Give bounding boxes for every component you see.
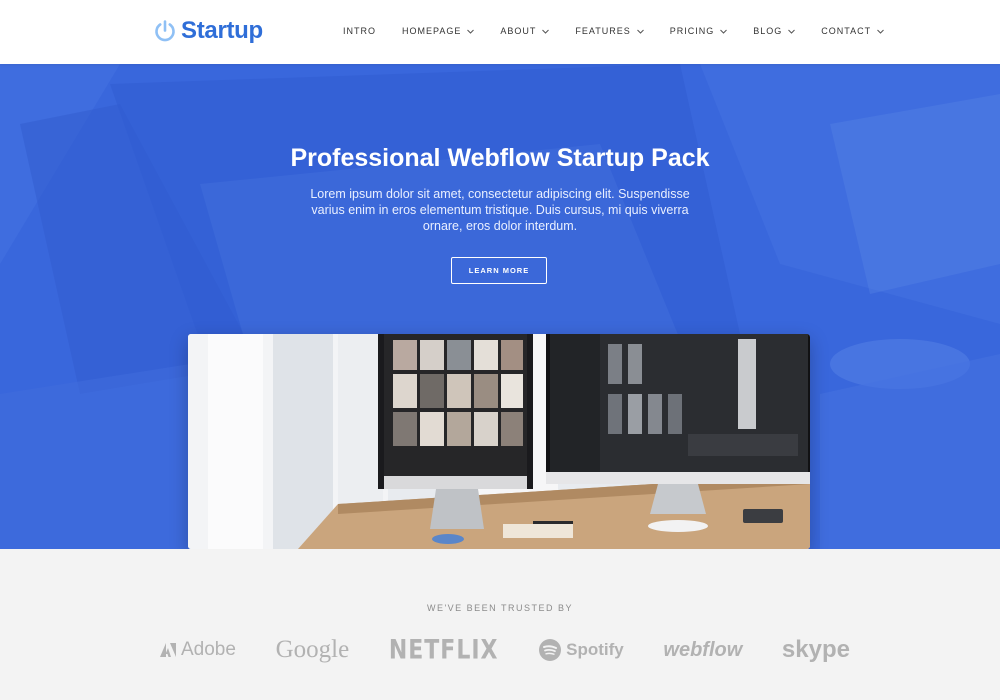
brand-name: Startup <box>181 17 263 44</box>
spotify-text: Spotify <box>566 640 624 659</box>
main-menu: INTRO HOMEPAGE ABOUT FEATURES PRICING BL… <box>330 20 897 42</box>
chevron-down-icon <box>467 29 475 34</box>
top-navbar: Startup INTRO HOMEPAGE ABOUT FEATURES PR… <box>0 0 1000 64</box>
nav-item-label: FEATURES <box>575 26 631 36</box>
hero-description: Lorem ipsum dolor sit amet, consectetur … <box>310 187 690 233</box>
trusted-by-section: WE'VE BEEN TRUSTED BY Adobe Google NETFL… <box>0 549 1000 700</box>
google-logo: Google <box>276 636 350 664</box>
netflix-logo: NETFLIX <box>389 635 499 665</box>
nav-item-label: BLOG <box>753 26 783 36</box>
skype-text: skype <box>781 636 850 663</box>
nav-item-label: CONTACT <box>821 26 872 36</box>
learn-more-button[interactable]: LEARN MORE <box>451 257 547 284</box>
nav-item-features[interactable]: FEATURES <box>575 26 644 36</box>
trusted-by-title: WE'VE BEEN TRUSTED BY <box>426 603 574 613</box>
client-logos: Adobe Google NETFLIX Spotify webflow sky… <box>160 632 850 668</box>
power-icon <box>155 20 175 42</box>
workspace-photo <box>188 334 810 549</box>
nav-item-contact[interactable]: CONTACT <box>821 26 884 36</box>
chevron-down-icon <box>788 29 796 34</box>
hero-title: Professional Webflow Startup Pack <box>290 144 710 172</box>
nav-item-label: ABOUT <box>500 26 537 36</box>
adobe-text: Adobe <box>181 639 236 660</box>
spotify-icon <box>539 639 562 661</box>
chevron-down-icon <box>542 29 550 34</box>
webflow-text: webflow <box>663 638 743 661</box>
brand-logo[interactable]: Startup <box>153 15 263 47</box>
nav-item-blog[interactable]: BLOG <box>753 26 796 36</box>
nav-item-label: HOMEPAGE <box>402 26 462 36</box>
hero-section: Professional Webflow Startup Pack Lorem … <box>0 64 1000 549</box>
nav-item-intro[interactable]: INTRO <box>343 26 376 36</box>
netflix-text: NETFLIX <box>388 635 499 665</box>
nav-item-homepage[interactable]: HOMEPAGE <box>402 26 475 36</box>
adobe-logo: Adobe <box>160 639 236 661</box>
skype-logo: skype <box>782 636 850 664</box>
chevron-down-icon <box>877 29 884 34</box>
chevron-down-icon <box>720 29 728 34</box>
adobe-icon <box>160 643 176 657</box>
spotify-logo: Spotify <box>538 638 624 662</box>
hero-showcase-image <box>188 334 810 549</box>
nav-item-label: INTRO <box>343 26 376 36</box>
webflow-logo: webflow <box>663 639 742 662</box>
nav-item-label: PRICING <box>669 26 715 36</box>
chevron-down-icon <box>636 29 644 34</box>
nav-item-about[interactable]: ABOUT <box>500 26 550 36</box>
google-text: Google <box>275 636 350 663</box>
nav-item-pricing[interactable]: PRICING <box>670 26 728 36</box>
